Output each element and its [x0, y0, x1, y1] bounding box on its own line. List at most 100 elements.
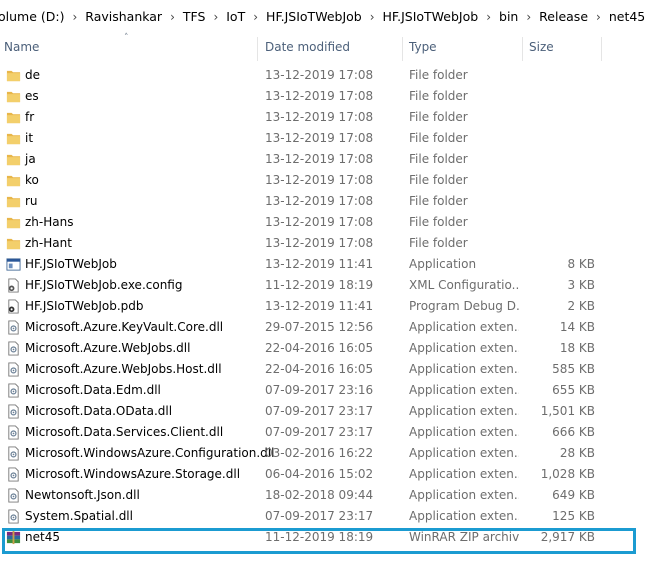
file-date-modified: 13-12-2019 17:08 — [265, 110, 374, 124]
file-type: Application exten... — [409, 446, 519, 460]
column-divider[interactable] — [402, 37, 403, 61]
folder-icon — [6, 236, 21, 251]
size-column-header[interactable]: Size — [529, 33, 554, 61]
file-row[interactable]: zh-Hans 13-12-2019 17:08 File folder — [0, 212, 666, 233]
file-type: File folder — [409, 194, 468, 208]
file-row[interactable]: fr 13-12-2019 17:08 File folder — [0, 107, 666, 128]
file-date-modified: 29-07-2015 12:56 — [265, 320, 374, 334]
file-date-modified: 11-12-2019 18:19 — [265, 530, 374, 544]
file-type: Application exten... — [409, 320, 519, 334]
file-row[interactable]: HF.JSIoTWebJob.exe.config 11-12-2019 18:1… — [0, 275, 666, 296]
file-row[interactable]: System.Spatial.dll 07-09-2017 23:17 Applic… — [0, 506, 666, 527]
breadcrumb-item[interactable]: HF.JSIoTWebJob — [266, 9, 362, 24]
winrar-zip-icon — [6, 530, 21, 545]
file-date-modified: 13-12-2019 11:41 — [265, 299, 374, 313]
breadcrumb-separator-icon[interactable]: › — [486, 10, 491, 24]
file-type: File folder — [409, 68, 468, 82]
file-size: 649 KB — [552, 488, 595, 502]
file-size: 585 KB — [552, 362, 595, 376]
folder-icon — [6, 131, 21, 146]
file-row[interactable]: Microsoft.WindowsAzure.Configuration.dll… — [0, 443, 666, 464]
breadcrumb-separator-icon[interactable]: › — [253, 10, 258, 24]
file-type: Program Debug D... — [409, 299, 519, 313]
file-date-modified: 11-12-2019 18:19 — [265, 278, 374, 292]
file-name: Microsoft.WindowsAzure.Storage.dll — [25, 467, 241, 481]
file-name: net45 — [25, 530, 60, 544]
breadcrumb-item[interactable]: Release — [539, 9, 588, 24]
file-row[interactable]: ru 13-12-2019 17:08 File folder — [0, 191, 666, 212]
date-column-header[interactable]: Date modified — [265, 33, 350, 61]
file-row[interactable]: zh-Hant 13-12-2019 17:08 File folder — [0, 233, 666, 254]
dll-icon — [6, 404, 21, 419]
breadcrumb-item[interactable]: net45 — [609, 9, 645, 24]
folder-icon — [6, 152, 21, 167]
name-column-header[interactable]: Name — [4, 33, 39, 61]
folder-icon — [6, 215, 21, 230]
file-name: Microsoft.Data.OData.dll — [25, 404, 173, 418]
file-row[interactable]: ko 13-12-2019 17:08 File folder — [0, 170, 666, 191]
file-type: Application exten... — [409, 404, 519, 418]
column-divider[interactable] — [601, 37, 602, 61]
file-date-modified: 13-12-2019 17:08 — [265, 131, 374, 145]
folder-icon — [6, 110, 21, 125]
file-size: 1,028 KB — [540, 467, 595, 481]
file-row[interactable]: ja 13-12-2019 17:08 File folder — [0, 149, 666, 170]
breadcrumb-item[interactable]: HF.JSIoTWebJob — [383, 9, 479, 24]
file-name: Microsoft.Data.Services.Client.dll — [25, 425, 224, 439]
breadcrumb-separator-icon[interactable]: › — [72, 10, 77, 24]
breadcrumb-separator-icon[interactable]: › — [213, 10, 218, 24]
file-size: 3 KB — [567, 278, 595, 292]
file-name: es — [25, 89, 39, 103]
breadcrumb-item[interactable]: olume (D:) — [0, 9, 64, 24]
file-row[interactable]: Microsoft.Azure.WebJobs.dll 22-04-2016 16… — [0, 338, 666, 359]
file-row[interactable]: net45 11-12-2019 18:19 WinRAR ZIP archive 2… — [0, 527, 666, 548]
file-type: File folder — [409, 215, 468, 229]
file-date-modified: 18-02-2018 09:44 — [265, 488, 374, 502]
folder-icon — [6, 89, 21, 104]
file-row[interactable]: Microsoft.Data.Edm.dll 07-09-2017 23:16 Ap… — [0, 380, 666, 401]
file-row[interactable]: de 13-12-2019 17:08 File folder — [0, 65, 666, 86]
breadcrumb-item[interactable]: Ravishankar — [85, 9, 162, 24]
column-divider[interactable] — [522, 37, 523, 61]
file-size: 666 KB — [552, 425, 595, 439]
file-row[interactable]: Microsoft.Azure.KeyVault.Core.dll 29-07-2… — [0, 317, 666, 338]
type-column-header[interactable]: Type — [409, 33, 437, 61]
file-date-modified: 22-04-2016 16:05 — [265, 341, 374, 355]
file-size: 18 KB — [559, 341, 595, 355]
file-row[interactable]: Microsoft.Data.Services.Client.dll 07-09-… — [0, 422, 666, 443]
dll-icon — [6, 488, 21, 503]
file-size: 1,501 KB — [540, 404, 595, 418]
breadcrumb-separator-icon[interactable]: › — [170, 10, 175, 24]
file-row[interactable]: it 13-12-2019 17:08 File folder — [0, 128, 666, 149]
file-row[interactable]: HF.JSIoTWebJob 13-12-2019 11:41 Applicatio… — [0, 254, 666, 275]
dll-icon — [6, 362, 21, 377]
sort-ascending-icon: ˄ — [124, 33, 129, 43]
file-date-modified: 03-02-2016 16:22 — [265, 446, 374, 460]
file-name: ko — [25, 173, 39, 187]
file-row[interactable]: es 13-12-2019 17:08 File folder — [0, 86, 666, 107]
file-date-modified: 13-12-2019 17:08 — [265, 215, 374, 229]
column-divider[interactable] — [257, 37, 258, 61]
file-row[interactable]: HF.JSIoTWebJob.pdb 13-12-2019 11:41 Progra… — [0, 296, 666, 317]
file-row[interactable]: Microsoft.WindowsAzure.Storage.dll 06-04-… — [0, 464, 666, 485]
file-date-modified: 13-12-2019 17:08 — [265, 89, 374, 103]
file-type: WinRAR ZIP archive — [409, 530, 519, 544]
file-size: 2,917 KB — [540, 530, 595, 544]
breadcrumb-item[interactable]: TFS — [183, 9, 206, 24]
breadcrumb-item[interactable]: bin — [499, 9, 518, 24]
file-row[interactable]: Newtonsoft.Json.dll 18-02-2018 09:44 Appli… — [0, 485, 666, 506]
file-name: de — [25, 68, 40, 82]
pdb-file-icon — [6, 299, 21, 314]
breadcrumb-separator-icon[interactable]: › — [370, 10, 375, 24]
folder-icon — [6, 68, 21, 83]
file-row[interactable]: Microsoft.Azure.WebJobs.Host.dll 22-04-20… — [0, 359, 666, 380]
file-type: File folder — [409, 173, 468, 187]
breadcrumb-item[interactable]: IoT — [226, 9, 245, 24]
breadcrumb-separator-icon[interactable]: › — [526, 10, 531, 24]
file-type: File folder — [409, 110, 468, 124]
file-row[interactable]: Microsoft.Data.OData.dll 07-09-2017 23:17… — [0, 401, 666, 422]
file-size: 28 KB — [559, 446, 595, 460]
file-name: zh-Hans — [25, 215, 74, 229]
breadcrumb-separator-icon[interactable]: › — [596, 10, 601, 24]
file-date-modified: 07-09-2017 23:17 — [265, 404, 374, 418]
